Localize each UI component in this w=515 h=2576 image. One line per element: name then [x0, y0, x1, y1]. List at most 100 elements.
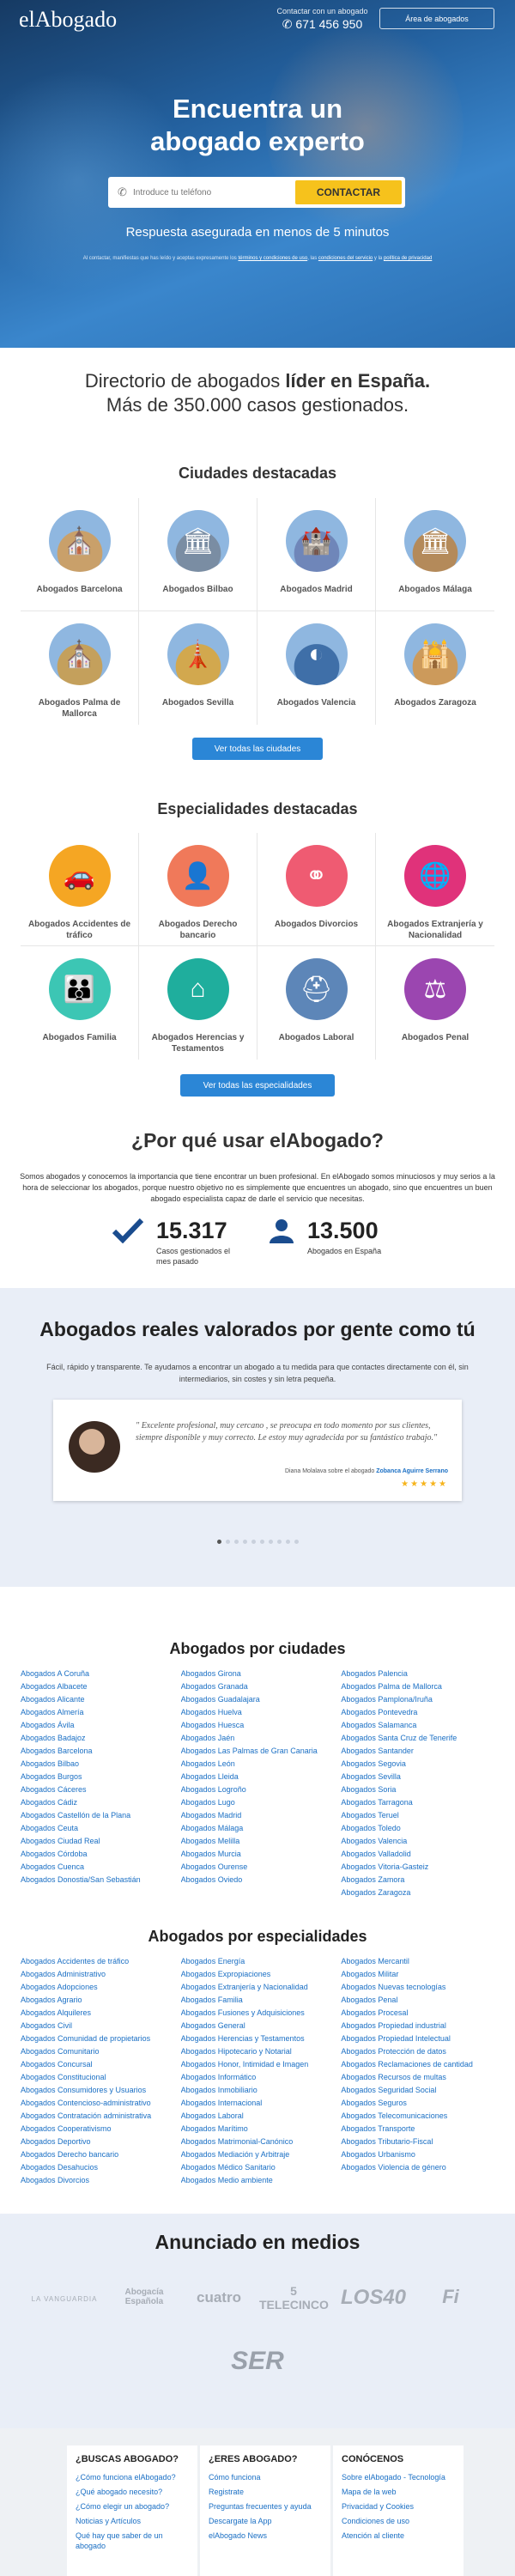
specialty-card[interactable]: ⌂ Abogados Herencias y Testamentos [139, 946, 258, 1060]
directory-link[interactable]: Abogados Cádiz [21, 1796, 181, 1809]
city-card[interactable]: 🗼 Abogados Sevilla [139, 611, 258, 725]
directory-link[interactable]: Abogados Divorcios [21, 2174, 181, 2187]
directory-link[interactable]: Abogados Ávila [21, 1719, 181, 1732]
directory-link[interactable]: Abogados Burgos [21, 1771, 181, 1783]
footer-link[interactable]: ¿Cómo elegir un abogado? [76, 2501, 189, 2512]
terms-link[interactable]: términos y condiciones de uso [238, 256, 307, 261]
directory-link[interactable]: Abogados Bilbao [21, 1758, 181, 1771]
directory-link[interactable]: Abogados Marítimo [181, 2123, 342, 2136]
city-card[interactable]: 🏛 Abogados Bilbao [139, 498, 258, 611]
footer-link[interactable]: Atención al cliente [342, 2530, 455, 2541]
city-card[interactable]: ⛪ Abogados Barcelona [21, 498, 139, 611]
directory-link[interactable]: Abogados Inmobiliario [181, 2084, 342, 2097]
directory-link[interactable]: Abogados Oviedo [181, 1874, 342, 1886]
directory-link[interactable]: Abogados Palencia [341, 1668, 501, 1680]
carousel-dot[interactable] [242, 1540, 247, 1544]
directory-link[interactable]: Abogados Huesca [181, 1719, 342, 1732]
directory-link[interactable]: Abogados Urbanismo [341, 2148, 501, 2161]
directory-link[interactable]: Abogados Militar [341, 1968, 501, 1981]
directory-link[interactable]: Abogados Adopciones [21, 1981, 181, 1994]
directory-link[interactable]: Abogados Las Palmas de Gran Canaria [181, 1745, 342, 1758]
directory-link[interactable]: Abogados Propiedad industrial [341, 2020, 501, 2032]
directory-link[interactable]: Abogados Concursal [21, 2058, 181, 2071]
city-card[interactable]: 🏰 Abogados Madrid [258, 498, 376, 611]
directory-link[interactable]: Abogados Castellón de la Plana [21, 1809, 181, 1822]
city-card[interactable]: 🕌 Abogados Zaragoza [376, 611, 494, 725]
directory-link[interactable]: Abogados Cáceres [21, 1783, 181, 1796]
directory-link[interactable]: Abogados Civil [21, 2020, 181, 2032]
directory-link[interactable]: Abogados Laboral [181, 2110, 342, 2123]
carousel-dot[interactable] [233, 1540, 239, 1544]
carousel-dot[interactable] [285, 1540, 290, 1544]
carousel-dot[interactable] [251, 1540, 256, 1544]
directory-link[interactable]: Abogados Familia [181, 1994, 342, 2007]
directory-link[interactable]: Abogados Mercantil [341, 1955, 501, 1968]
footer-link[interactable]: elAbogado News [209, 2530, 322, 2541]
directory-link[interactable]: Abogados Lleida [181, 1771, 342, 1783]
directory-link[interactable]: Abogados Logroño [181, 1783, 342, 1796]
all-specialties-button[interactable]: Ver todas las especialidades [180, 1074, 335, 1097]
directory-link[interactable]: Abogados Santa Cruz de Tenerife [341, 1732, 501, 1745]
footer-link[interactable]: Preguntas frecuentes y ayuda [209, 2501, 322, 2512]
directory-link[interactable]: Abogados Internacional [181, 2097, 342, 2110]
directory-link[interactable]: Abogados Nuevas tecnologías [341, 1981, 501, 1994]
directory-link[interactable]: Abogados Barcelona [21, 1745, 181, 1758]
directory-link[interactable]: Abogados Jaén [181, 1732, 342, 1745]
contact-phone[interactable]: ✆ 671 456 950 [273, 17, 372, 32]
directory-link[interactable]: Abogados Consumidores y Usuarios [21, 2084, 181, 2097]
directory-link[interactable]: Abogados Badajoz [21, 1732, 181, 1745]
contact-button[interactable]: CONTACTAR [295, 180, 402, 204]
specialty-card[interactable]: 👤 Abogados Derecho bancario [139, 833, 258, 946]
directory-link[interactable]: Abogados Lugo [181, 1796, 342, 1809]
directory-link[interactable]: Abogados A Coruña [21, 1668, 181, 1680]
directory-link[interactable]: Abogados Honor, Intimidad e Imagen [181, 2058, 342, 2071]
specialty-card[interactable]: ⛑ Abogados Laboral [258, 946, 376, 1060]
directory-link[interactable]: Abogados Salamanca [341, 1719, 501, 1732]
directory-link[interactable]: Abogados Tributario-Fiscal [341, 2136, 501, 2148]
footer-link[interactable]: Sobre elAbogado - Tecnología [342, 2472, 455, 2482]
directory-link[interactable]: Abogados Alquileres [21, 2007, 181, 2020]
directory-link[interactable]: Abogados Recursos de multas [341, 2071, 501, 2084]
footer-link[interactable]: Descargate la App [209, 2516, 322, 2526]
footer-link[interactable]: ¿Cómo funciona elAbogado? [76, 2472, 189, 2482]
directory-link[interactable]: Abogados Informático [181, 2071, 342, 2084]
directory-link[interactable]: Abogados Zamora [341, 1874, 501, 1886]
city-card[interactable]: ◐ Abogados Valencia [258, 611, 376, 725]
directory-link[interactable]: Abogados Reclamaciones de cantidad [341, 2058, 501, 2071]
header-contact[interactable]: Contactar con un abogado ✆ 671 456 950 [273, 7, 372, 32]
directory-link[interactable]: Abogados Huelva [181, 1706, 342, 1719]
privacy-link[interactable]: política de privacidad [384, 256, 432, 261]
directory-link[interactable]: Abogados Contratación administrativa [21, 2110, 181, 2123]
directory-link[interactable]: Abogados Sevilla [341, 1771, 501, 1783]
directory-link[interactable]: Abogados Tarragona [341, 1796, 501, 1809]
directory-link[interactable]: Abogados Propiedad Intelectual [341, 2032, 501, 2045]
directory-link[interactable]: Abogados Mediación y Arbitraje [181, 2148, 342, 2161]
footer-link[interactable]: Registrate [209, 2487, 322, 2497]
directory-link[interactable]: Abogados Seguridad Social [341, 2084, 501, 2097]
directory-link[interactable]: Abogados Alicante [21, 1693, 181, 1706]
specialty-card[interactable]: ⚖ Abogados Penal [376, 946, 494, 1060]
directory-link[interactable]: Abogados Almería [21, 1706, 181, 1719]
directory-link[interactable]: Abogados Transporte [341, 2123, 501, 2136]
directory-link[interactable]: Abogados Constitucional [21, 2071, 181, 2084]
directory-link[interactable]: Abogados Soria [341, 1783, 501, 1796]
directory-link[interactable]: Abogados General [181, 2020, 342, 2032]
directory-link[interactable]: Abogados Accidentes de tráfico [21, 1955, 181, 1968]
specialty-card[interactable]: 🚗 Abogados Accidentes de tráfico [21, 833, 139, 946]
directory-link[interactable]: Abogados Cooperativismo [21, 2123, 181, 2136]
footer-link[interactable]: Cómo funciona [209, 2472, 322, 2482]
directory-link[interactable]: Abogados Pamplona/Iruña [341, 1693, 501, 1706]
directory-link[interactable]: Abogados Palma de Mallorca [341, 1680, 501, 1693]
directory-link[interactable]: Abogados Donostia/San Sebastián [21, 1874, 181, 1886]
directory-link[interactable]: Abogados Medio ambiente [181, 2174, 342, 2187]
directory-link[interactable]: Abogados Agrario [21, 1994, 181, 2007]
directory-link[interactable]: Abogados Valencia [341, 1835, 501, 1848]
carousel-dot[interactable] [216, 1540, 221, 1544]
footer-link[interactable]: Privacidad y Cookies [342, 2501, 455, 2512]
directory-link[interactable]: Abogados Segovia [341, 1758, 501, 1771]
directory-link[interactable]: Abogados Matrimonial-Canónico [181, 2136, 342, 2148]
directory-link[interactable]: Abogados Derecho bancario [21, 2148, 181, 2161]
directory-link[interactable]: Abogados Procesal [341, 2007, 501, 2020]
carousel-dot[interactable] [276, 1540, 282, 1544]
directory-link[interactable]: Abogados Herencias y Testamentos [181, 2032, 342, 2045]
